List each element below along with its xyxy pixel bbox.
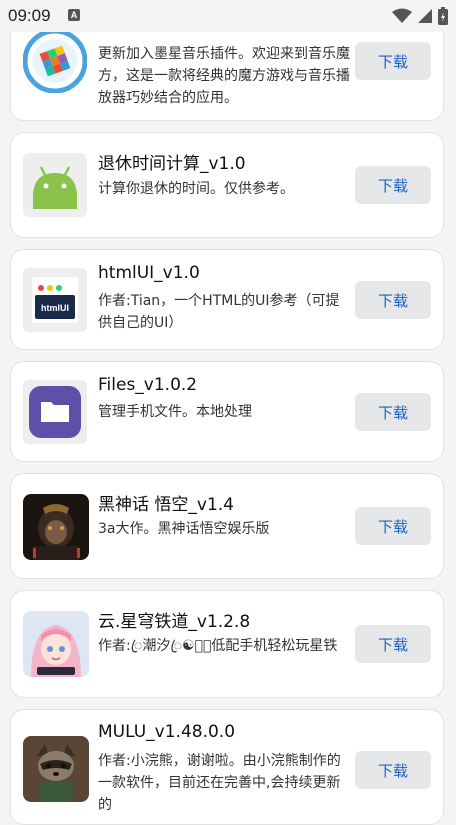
app-description: 管理手机文件。本地处理 [98,404,252,420]
app-description: 3a大作。黑神话悟空娱乐版 [98,521,270,537]
app-card: MULU_v1.48.0.0 作者:小浣熊，谢谢啦。由小浣熊制作的一款软件，目前… [10,709,444,825]
app-description: 作者:Tian，一个HTML的UI参考（可提供自己的UI） [98,293,340,331]
wukong-icon [23,494,89,560]
status-icons [392,7,448,25]
app-title: 黑神话 悟空_v1.4 [98,495,234,515]
notification-icon: A [68,9,80,21]
download-button[interactable]: 下载 [355,166,431,204]
music-cube-icon [22,28,88,94]
wifi-icon [392,8,412,23]
download-button[interactable]: 下载 [355,625,431,663]
app-description: 作者:小浣熊，谢谢啦。由小浣熊制作的一款软件，目前还在完善中,会持续更新的 [98,753,341,813]
app-description: 作者:ꦿ潮汐ꦿ☯ꦿ，低配手机轻松玩星铁 [98,638,338,654]
app-description: 计算你退休的时间。仅供参考。 [98,181,294,197]
download-button[interactable]: 下载 [355,751,431,789]
folder-icon [23,380,87,444]
app-title: 云.星穹铁道_v1.2.8 [98,612,251,632]
app-card: 退休时间计算_v1.0 计算你退休的时间。仅供参考。 下载 [10,132,444,238]
htmlui-icon-text: htmlUI [41,303,69,313]
app-card: Files_v1.0.2 管理手机文件。本地处理 下载 [10,361,444,462]
app-title: 退休时间计算_v1.0 [98,154,246,174]
htmlui-icon: htmlUI [23,268,87,332]
status-bar: 09:09 A [0,0,456,32]
signal-icon [418,9,432,23]
app-description: 更新加入墨星音乐插件。欢迎来到音乐魔方，这是一款将经典的魔方游戏与音乐播放器巧妙… [98,46,350,106]
raccoon-icon [23,736,89,802]
battery-icon [438,7,448,25]
status-time: 09:09 [8,6,51,25]
app-card: 黑神话 悟空_v1.4 3a大作。黑神话悟空娱乐版 下载 [10,473,444,579]
app-card: 云.星穹铁道_v1.2.8 作者:ꦿ潮汐ꦿ☯ꦿ，低配手机轻松玩星铁 下载 [10,590,444,698]
download-button[interactable]: 下载 [355,42,431,80]
app-card: htmlUI htmlUI_v1.0 作者:Tian，一个HTML的UI参考（可… [10,249,444,350]
app-title: Files_v1.0.2 [98,375,198,395]
download-button[interactable]: 下载 [355,393,431,431]
app-title: htmlUI_v1.0 [98,263,200,283]
android-icon [23,153,87,217]
download-button[interactable]: 下载 [355,507,431,545]
anime-girl-icon [23,611,89,677]
app-title: MULU_v1.48.0.0 [98,722,236,742]
download-button[interactable]: 下载 [355,281,431,319]
